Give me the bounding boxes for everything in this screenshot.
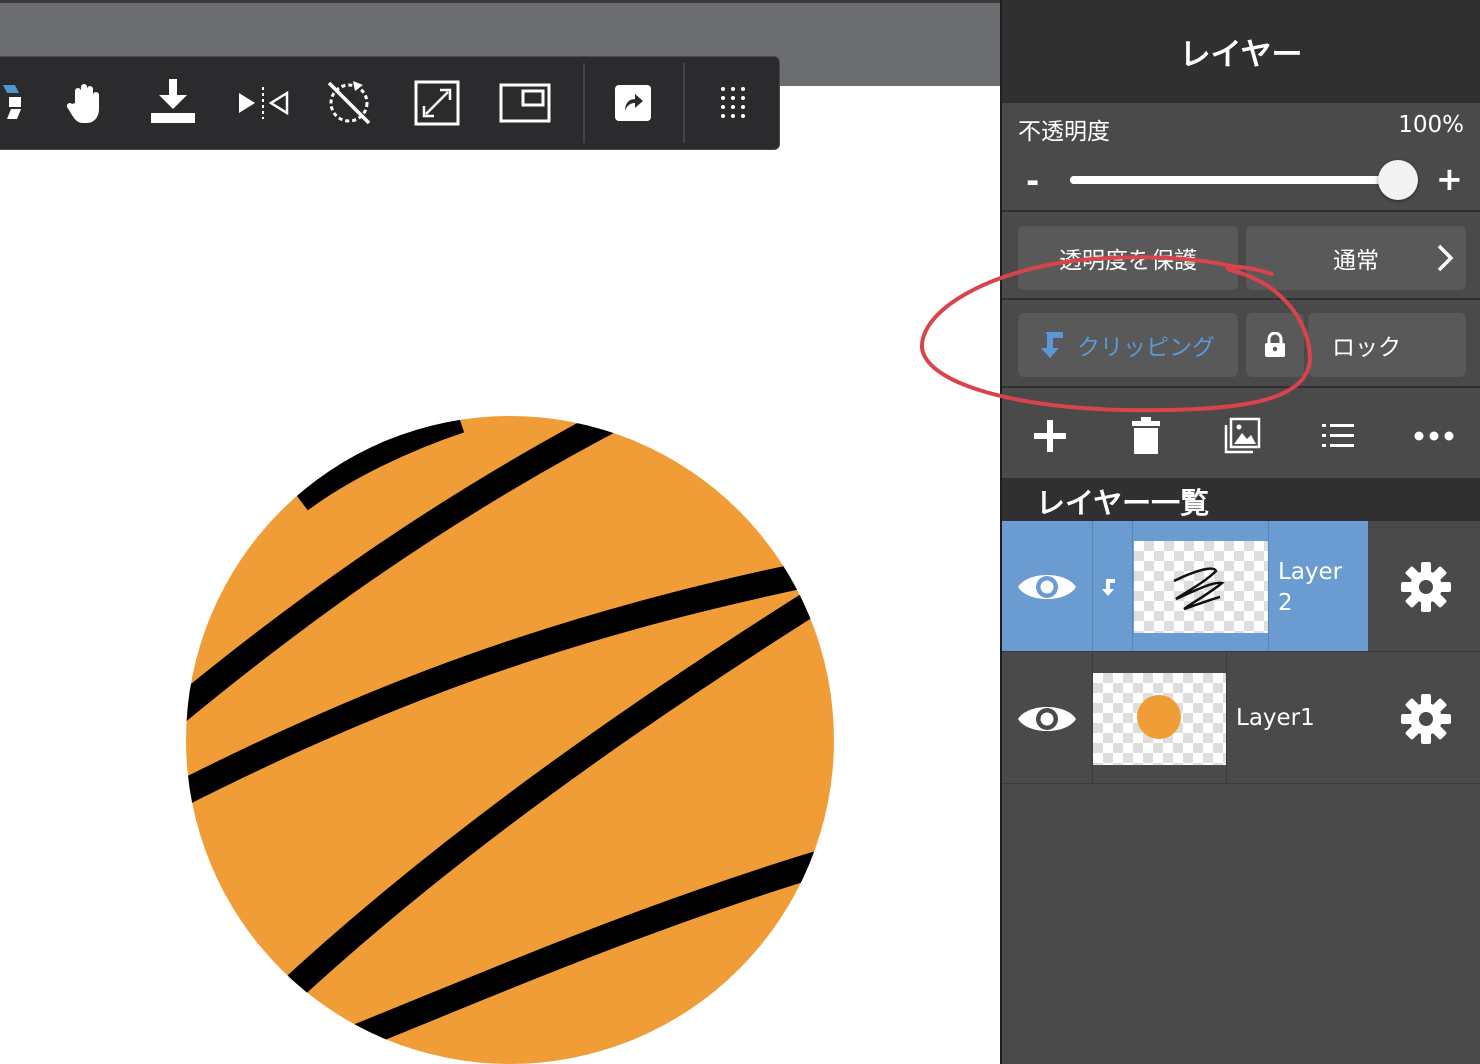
layer-row[interactable]: Layer1 — [1002, 653, 1480, 784]
protect-alpha-label: 透明度を保護 — [1059, 248, 1197, 274]
opacity-decrease-button[interactable]: - — [1026, 162, 1039, 200]
blend-mode-label: 通常 — [1333, 248, 1379, 274]
trash-icon — [1132, 417, 1160, 454]
tool-window[interactable] — [493, 71, 557, 135]
opacity-slider-thumb[interactable] — [1378, 160, 1418, 200]
circle-thumbnail — [1137, 695, 1181, 739]
row-divider — [1002, 651, 1480, 652]
visibility-toggle[interactable] — [1002, 653, 1092, 784]
tool-flip[interactable] — [231, 71, 295, 135]
lock-button[interactable]: ロック — [1308, 313, 1466, 377]
eye-icon — [1018, 574, 1076, 599]
row-separator — [1226, 653, 1227, 784]
layer-list-button[interactable] — [1314, 412, 1362, 460]
tool-import[interactable] — [141, 71, 205, 135]
layer-name: Layer 2 — [1278, 559, 1343, 616]
clip-arrow-icon — [1102, 579, 1115, 596]
visibility-toggle[interactable] — [1002, 521, 1092, 652]
gear-icon[interactable] — [1400, 693, 1452, 745]
grid-menu-icon — [721, 87, 745, 118]
opacity-increase-button[interactable]: + — [1436, 160, 1463, 198]
opacity-value: 100% — [1398, 112, 1464, 138]
clipping-label: クリッピング — [1077, 335, 1215, 361]
layer-row[interactable]: Layer 2 — [1002, 521, 1480, 652]
opacity-slider-fill — [1070, 176, 1398, 184]
share-icon — [615, 85, 651, 121]
clipping-button[interactable]: クリッピング — [1018, 313, 1238, 377]
list-icon — [1322, 424, 1354, 447]
eraser-icon — [3, 85, 21, 119]
layer-list-title: レイヤー一覧 — [1036, 486, 1210, 520]
more-icon — [1414, 431, 1454, 441]
tool-rotate-lock[interactable] — [317, 71, 381, 135]
flip-icon — [239, 87, 289, 119]
toolbar-separator — [683, 63, 685, 143]
tool-share[interactable] — [601, 71, 665, 135]
fullscreen-icon — [414, 80, 460, 126]
tool-eraser[interactable] — [0, 71, 45, 135]
row-divider — [1002, 783, 1480, 784]
layer-list-header: レイヤー一覧 — [1002, 478, 1480, 522]
more-options-button[interactable] — [1410, 412, 1458, 460]
gear-icon[interactable] — [1400, 561, 1452, 613]
opacity-slider[interactable] — [1070, 176, 1398, 184]
clipping-arrow-icon — [1041, 330, 1067, 360]
eye-icon — [1018, 706, 1076, 731]
lock-label: ロック — [1332, 335, 1401, 361]
layer-panel: レイヤー 不透明度 100% - + 透明度を保護 通常 クリッピング ロック … — [1000, 0, 1480, 1064]
divider — [1002, 210, 1480, 212]
layer-thumbnail — [1093, 673, 1227, 765]
rotate-off-icon — [327, 81, 371, 125]
image-icon — [1224, 417, 1261, 454]
chevron-right-icon — [1437, 244, 1454, 272]
add-layer-button[interactable] — [1026, 412, 1074, 460]
row-separator — [1268, 521, 1269, 652]
layer-thumbnail — [1134, 541, 1268, 633]
image-layer-button[interactable] — [1218, 412, 1266, 460]
opacity-label: 不透明度 — [1018, 119, 1110, 145]
protect-alpha-button[interactable]: 透明度を保護 — [1018, 226, 1238, 290]
row-separator — [1092, 521, 1093, 652]
panel-title: レイヤー — [1002, 0, 1480, 103]
add-icon — [1034, 420, 1066, 452]
layer-name: Layer1 — [1236, 705, 1315, 731]
tool-fullscreen[interactable] — [405, 71, 469, 135]
lock-icon — [1265, 332, 1285, 357]
tool-menu[interactable] — [701, 71, 765, 135]
layer-actions — [1002, 390, 1480, 478]
toolbar-separator — [583, 63, 585, 143]
lock-icon-button[interactable] — [1246, 313, 1304, 377]
delete-layer-button[interactable] — [1122, 412, 1170, 460]
blend-mode-button[interactable]: 通常 — [1246, 226, 1466, 290]
divider — [1002, 386, 1480, 388]
app-window: レイヤー 不透明度 100% - + 透明度を保護 通常 クリッピング ロック … — [0, 0, 1480, 1064]
canvas-toolbar — [0, 56, 780, 150]
hand-icon — [66, 84, 99, 123]
canvas-artwork — [186, 416, 834, 1064]
tool-hand[interactable] — [53, 71, 117, 135]
row-separator — [1132, 521, 1133, 652]
scribble-thumbnail — [1173, 567, 1225, 611]
clip-indicator — [1100, 577, 1116, 601]
import-icon — [151, 79, 195, 123]
divider — [1002, 298, 1480, 300]
window-icon — [499, 83, 551, 123]
